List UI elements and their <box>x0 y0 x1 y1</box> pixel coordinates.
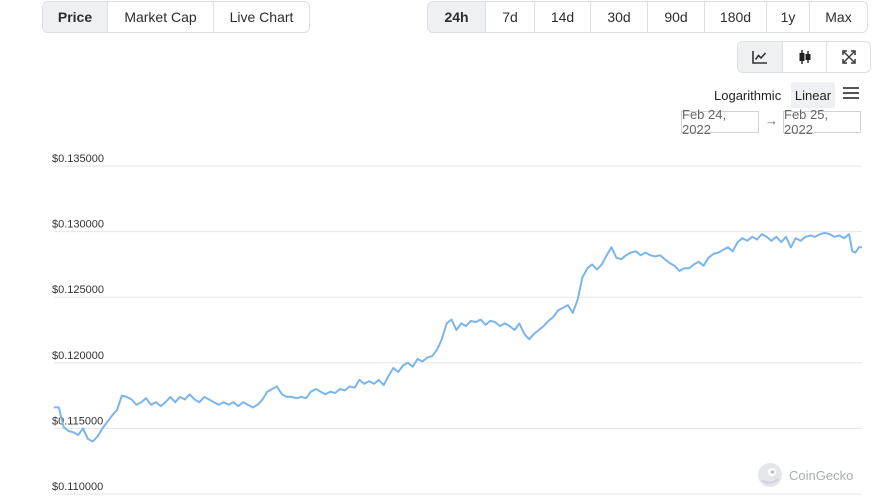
y-tick-label: $0.120000 <box>52 350 104 362</box>
price-line <box>54 231 862 443</box>
price-chart: $0.135000 $0.130000 $0.125000 $0.120000 $0.1… <box>52 153 862 495</box>
y-tick-label: $0.135000 <box>52 153 104 165</box>
coingecko-watermark: CoinGecko <box>757 462 853 488</box>
price-series <box>54 231 862 443</box>
coingecko-logo-icon <box>758 463 782 487</box>
y-tick-label: $0.125000 <box>52 284 104 296</box>
grid-lines <box>54 165 862 495</box>
watermark-text: CoinGecko <box>789 467 854 483</box>
y-axis-ticks: $0.135000 $0.130000 $0.125000 $0.120000 $0.1… <box>52 153 104 493</box>
y-tick-label: $0.115000 <box>52 415 103 427</box>
y-tick-label: $0.130000 <box>52 219 104 231</box>
y-tick-label: $0.110000 <box>52 481 103 493</box>
